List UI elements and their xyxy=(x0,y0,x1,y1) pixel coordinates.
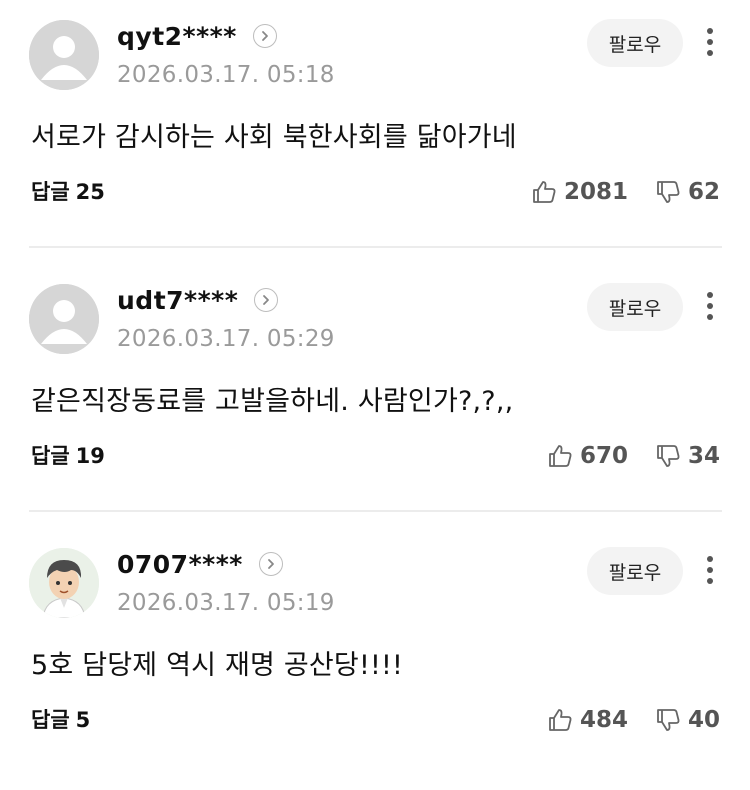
vote-group: 484 40 xyxy=(546,700,720,740)
reply-label: 답글 xyxy=(31,444,70,468)
avatar[interactable] xyxy=(29,548,99,618)
username-row: 0707**** xyxy=(117,546,283,582)
reply-button[interactable]: 답글 25 xyxy=(31,176,105,206)
dislike-button[interactable]: 62 xyxy=(654,178,720,206)
username-row: udt7**** xyxy=(117,282,279,318)
username[interactable]: 0707**** xyxy=(117,550,243,579)
reply-count: 25 xyxy=(75,180,105,204)
like-count: 484 xyxy=(579,707,628,733)
reply-count: 5 xyxy=(75,708,91,732)
divider xyxy=(29,246,722,248)
avatar[interactable] xyxy=(29,20,99,90)
dislike-button[interactable]: 40 xyxy=(654,706,720,734)
reply-button[interactable]: 답글 19 xyxy=(31,440,105,470)
username[interactable]: udt7**** xyxy=(117,286,238,315)
thumbs-up-icon xyxy=(549,709,572,731)
default-avatar-icon xyxy=(29,284,99,354)
character-avatar-icon xyxy=(29,548,99,618)
comment-item: udt7**** 2026.03.17. 05:29 팔로우 같은직장동료를 고… xyxy=(0,264,750,526)
default-avatar-icon xyxy=(29,20,99,90)
reply-button[interactable]: 답글 5 xyxy=(31,704,90,734)
thumbs-up-icon xyxy=(549,445,572,467)
more-options-icon[interactable] xyxy=(694,550,726,590)
username[interactable]: qyt2**** xyxy=(117,22,237,51)
follow-button[interactable]: 팔로우 xyxy=(587,547,683,595)
like-count: 670 xyxy=(579,443,628,469)
like-button[interactable]: 670 xyxy=(546,442,628,470)
like-button[interactable]: 484 xyxy=(546,706,628,734)
timestamp: 2026.03.17. 05:19 xyxy=(117,590,335,616)
thumbs-down-icon xyxy=(657,709,680,731)
timestamp: 2026.03.17. 05:29 xyxy=(117,326,335,352)
comment-text: 5호 담당제 역시 재명 공산당!!!! xyxy=(31,650,404,681)
comment-item: qyt2**** 2026.03.17. 05:18 팔로우 서로가 감시하는 … xyxy=(0,0,750,262)
thumbs-down-icon xyxy=(657,181,680,203)
like-count: 2081 xyxy=(563,179,628,205)
more-options-icon[interactable] xyxy=(694,22,726,62)
reply-label: 답글 xyxy=(31,180,70,204)
chevron-right-icon[interactable] xyxy=(254,288,279,312)
timestamp: 2026.03.17. 05:18 xyxy=(117,62,335,88)
thumbs-up-icon xyxy=(533,181,556,203)
reply-label: 답글 xyxy=(31,708,70,732)
chevron-right-icon[interactable] xyxy=(252,24,277,48)
divider xyxy=(29,510,722,512)
comment-text: 서로가 감시하는 사회 북한사회를 닮아가네 xyxy=(31,122,517,153)
thumbs-down-icon xyxy=(657,445,680,467)
chevron-right-icon[interactable] xyxy=(258,552,283,576)
like-button[interactable]: 2081 xyxy=(530,178,628,206)
vote-group: 2081 62 xyxy=(530,172,720,212)
more-options-icon[interactable] xyxy=(694,286,726,326)
comment-text: 같은직장동료를 고발을하네. 사람인가?,?,, xyxy=(31,386,514,417)
comment-item: 0707**** 2026.03.17. 05:19 팔로우 5호 담당제 역시… xyxy=(0,528,750,790)
reply-count: 19 xyxy=(75,444,105,468)
follow-button[interactable]: 팔로우 xyxy=(587,283,683,331)
dislike-button[interactable]: 34 xyxy=(654,442,720,470)
vote-group: 670 34 xyxy=(546,436,720,476)
username-row: qyt2**** xyxy=(117,18,277,54)
dislike-count: 62 xyxy=(687,179,720,205)
dislike-count: 34 xyxy=(687,443,720,469)
follow-button[interactable]: 팔로우 xyxy=(587,19,683,67)
dislike-count: 40 xyxy=(687,707,720,733)
avatar[interactable] xyxy=(29,284,99,354)
